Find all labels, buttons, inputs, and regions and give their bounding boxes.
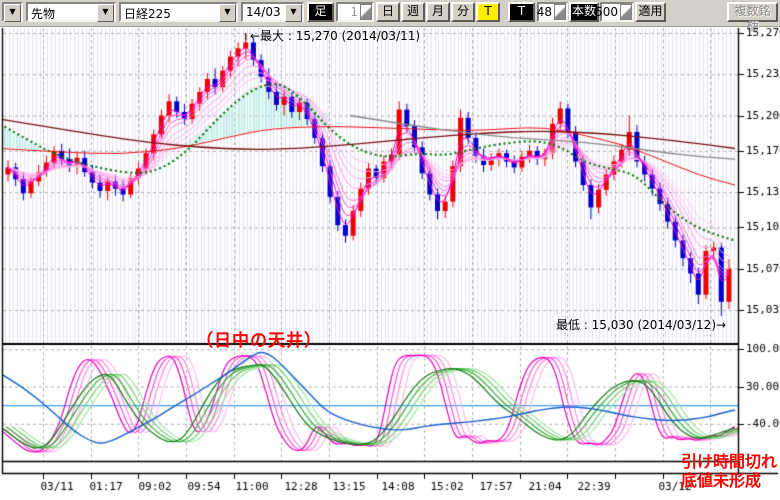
symbol-value: 日経225 — [124, 5, 171, 22]
period-minute-button[interactable]: 分 — [451, 2, 475, 22]
symbol-select[interactable]: 日経225 ▼ — [119, 2, 238, 22]
spinner-icon[interactable] — [360, 4, 372, 20]
multi-symbol-button[interactable]: 複数銘柄 — [727, 2, 778, 22]
tick-count-spinner[interactable]: 48 — [537, 2, 568, 22]
chevron-down-icon[interactable]: ▼ — [4, 4, 21, 22]
interval-spinner[interactable]: 1 — [336, 2, 374, 22]
instrument-type-value: 先物 — [31, 5, 55, 22]
chevron-down-icon[interactable]: ▼ — [219, 4, 236, 22]
chevron-down-icon[interactable]: ▼ — [97, 4, 114, 22]
spinner-icon[interactable] — [620, 4, 632, 20]
min-price-annotation: 最低 : 15,030 (2014/03/12)→ — [556, 316, 726, 333]
spinner-icon[interactable] — [554, 4, 566, 20]
timeout-note-annotation: 引け時間切れ 底値未形成 — [681, 452, 777, 490]
period-day-button[interactable]: 日 — [376, 2, 400, 22]
toolbar: ▼ 先物 ▼ 日経225 ▼ 14/03 ▼ 足 1 日 週 月 分 T T 4… — [0, 0, 780, 27]
apply-button[interactable]: 適用 — [635, 2, 666, 22]
period-week-button[interactable]: 週 — [401, 2, 425, 22]
mini-dropdown[interactable]: ▼ — [2, 2, 23, 22]
interval-value: 1 — [350, 5, 358, 19]
chart-application-window: ▼ 先物 ▼ 日経225 ▼ 14/03 ▼ 足 1 日 週 月 分 T T 4… — [0, 0, 780, 500]
period-month-button[interactable]: 月 — [426, 2, 450, 22]
contract-month-value: 14/03 — [246, 5, 281, 19]
ceiling-note-annotation: （日中の天井） — [196, 326, 322, 351]
price-chart-canvas[interactable] — [0, 26, 780, 500]
chevron-down-icon[interactable]: ▼ — [285, 4, 302, 22]
max-price-annotation: ←最大 : 15,270 (2014/03/11) — [250, 27, 420, 44]
timeout-note-line2: 底値未形成 — [681, 471, 777, 490]
bar-count-value: 500 — [595, 5, 618, 19]
bar-count-spinner[interactable]: 500 — [600, 2, 634, 22]
contract-month-select[interactable]: 14/03 ▼ — [241, 2, 304, 22]
period-tick-button[interactable]: T — [476, 2, 500, 22]
timeout-note-line1: 引け時間切れ — [681, 452, 777, 471]
tick-count-value: 48 — [537, 5, 552, 19]
instrument-type-select[interactable]: 先物 ▼ — [26, 2, 116, 22]
tick-label-button[interactable]: T — [508, 2, 535, 22]
bar-type-button[interactable]: 足 — [307, 2, 334, 22]
